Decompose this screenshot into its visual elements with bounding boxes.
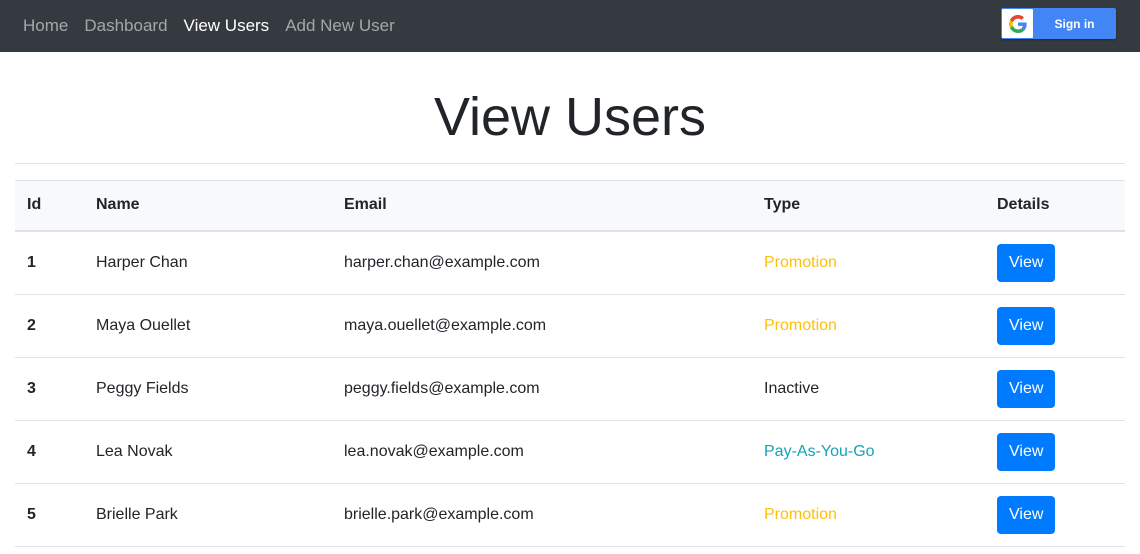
table-header-row: Id Name Email Type Details (15, 180, 1125, 232)
view-button[interactable]: View (997, 306, 1056, 345)
user-email: lea.novak@example.com (332, 420, 752, 484)
user-type: Promotion (752, 483, 985, 547)
page-title: View Users (433, 87, 707, 147)
details-cell: View (985, 420, 1125, 484)
nav-link-add-new-user[interactable]: Add New User (285, 16, 395, 36)
details-cell: View (985, 357, 1125, 421)
header-details: Details (985, 180, 1125, 232)
user-name: Harper Chan (84, 230, 332, 295)
table-row: 4 Lea Novak lea.novak@example.com Pay-As… (15, 420, 1125, 484)
header-name: Name (84, 180, 332, 232)
nav-link-view-users[interactable]: View Users (184, 16, 270, 36)
user-type: Pay-As-You-Go (752, 420, 985, 484)
details-cell: View (985, 294, 1125, 358)
user-email: maya.ouellet@example.com (332, 294, 752, 358)
view-button[interactable]: View (997, 243, 1056, 282)
user-email: peggy.fields@example.com (332, 357, 752, 421)
google-logo-icon (1002, 9, 1033, 38)
user-id: 4 (15, 420, 84, 484)
table-row: 3 Peggy Fields peggy.fields@example.com … (15, 357, 1125, 421)
user-id: 5 (15, 483, 84, 547)
user-type: Promotion (752, 230, 985, 295)
header-type: Type (752, 180, 985, 232)
user-id: 3 (15, 357, 84, 421)
view-button[interactable]: View (997, 495, 1056, 534)
user-name: Lea Novak (84, 420, 332, 484)
top-navbar: Home Dashboard View Users Add New User S… (0, 0, 1140, 52)
header-email: Email (332, 180, 752, 232)
details-cell: View (985, 230, 1125, 295)
table-row: 2 Maya Ouellet maya.ouellet@example.com … (15, 294, 1125, 358)
user-name: Peggy Fields (84, 357, 332, 421)
user-email: harper.chan@example.com (332, 230, 752, 295)
title-divider (15, 163, 1125, 164)
google-signin-button[interactable]: Sign in (1001, 8, 1116, 39)
nav-link-dashboard[interactable]: Dashboard (84, 16, 167, 36)
users-table: Id Name Email Type Details 1 Harper Chan… (15, 180, 1125, 547)
table-row: 1 Harper Chan harper.chan@example.com Pr… (15, 230, 1125, 295)
user-id: 2 (15, 294, 84, 358)
signin-label: Sign in (1054, 16, 1095, 31)
user-email: brielle.park@example.com (332, 483, 752, 547)
user-name: Maya Ouellet (84, 294, 332, 358)
header-id: Id (15, 180, 84, 232)
user-name: Brielle Park (84, 483, 332, 547)
nav-links: Home Dashboard View Users Add New User (23, 0, 411, 52)
table-row: 5 Brielle Park brielle.park@example.com … (15, 483, 1125, 547)
user-type: Promotion (752, 294, 985, 358)
view-button[interactable]: View (997, 369, 1056, 408)
nav-link-home[interactable]: Home (23, 16, 68, 36)
view-button[interactable]: View (997, 432, 1056, 471)
details-cell: View (985, 483, 1125, 547)
user-type: Inactive (752, 357, 985, 421)
user-id: 1 (15, 230, 84, 295)
